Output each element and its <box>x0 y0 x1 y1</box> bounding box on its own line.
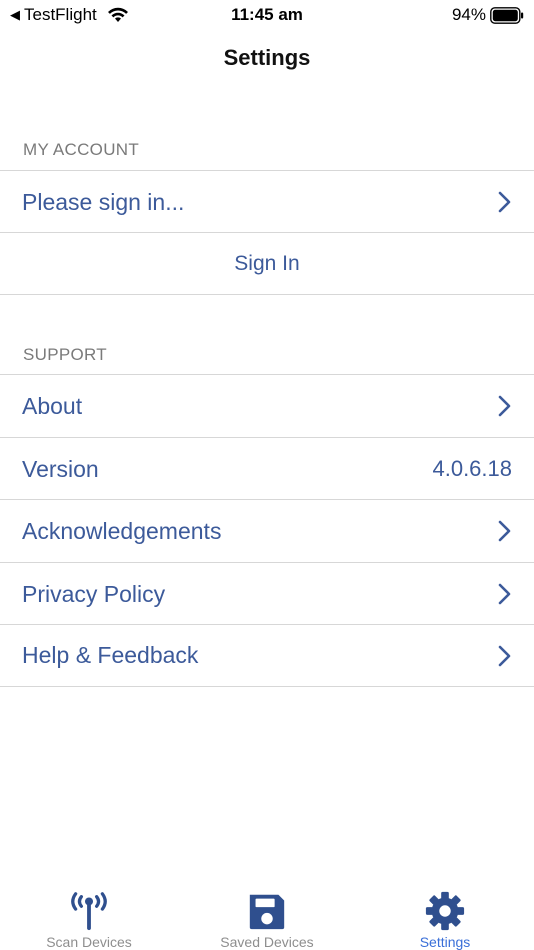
page-title: Settings <box>223 45 311 70</box>
privacy-policy-row[interactable]: Privacy Policy <box>0 562 534 625</box>
chevron-right-icon <box>498 583 511 605</box>
sign-in-label: Sign In <box>234 251 300 275</box>
version-row: Version 4.0.6.18 <box>0 437 534 500</box>
privacy-policy-label: Privacy Policy <box>22 580 166 607</box>
tab-scan-devices[interactable]: Scan Devices <box>0 878 178 950</box>
chevron-right-icon <box>498 645 511 666</box>
acknowledgements-row[interactable]: Acknowledgements <box>0 499 534 562</box>
about-label: About <box>22 392 83 419</box>
version-value: 4.0.6.18 <box>432 456 512 481</box>
sign-in-button[interactable]: Sign In <box>0 232 534 295</box>
tab-saved-devices[interactable]: Saved Devices <box>178 878 356 950</box>
gear-icon <box>425 891 465 931</box>
section-header-account: MY ACCOUNT <box>23 140 140 159</box>
section-header-support: SUPPORT <box>23 345 107 364</box>
signin-prompt-label: Please sign in... <box>22 188 185 215</box>
antenna-icon <box>71 892 107 931</box>
battery-percent: 94% <box>451 5 486 24</box>
tab-saved-devices-label: Saved Devices <box>220 934 314 950</box>
tab-settings-label: Settings <box>419 934 471 950</box>
tab-bar: Scan Devices Saved Devices Settings <box>0 878 534 950</box>
signin-prompt-row[interactable]: Please sign in... <box>0 170 534 233</box>
tab-settings[interactable]: Settings <box>356 878 534 950</box>
help-feedback-label: Help & Feedback <box>22 642 199 668</box>
status-bar: ◀ TestFlight 11:45 am 94% <box>0 0 534 30</box>
chevron-right-icon <box>498 395 511 417</box>
chevron-right-icon <box>498 191 511 213</box>
help-feedback-row[interactable]: Help & Feedback <box>0 624 534 687</box>
acknowledgements-label: Acknowledgements <box>22 517 222 544</box>
tab-scan-devices-label: Scan Devices <box>46 934 132 950</box>
about-row[interactable]: About <box>0 374 534 437</box>
version-label: Version <box>22 455 99 482</box>
chevron-right-icon <box>498 520 511 542</box>
battery-status: 94% <box>452 5 524 25</box>
floppy-disk-icon <box>249 894 285 930</box>
settings-screen: ◀ TestFlight 11:45 am 94% Settings MY AC… <box>0 0 534 950</box>
battery-icon <box>490 6 524 24</box>
